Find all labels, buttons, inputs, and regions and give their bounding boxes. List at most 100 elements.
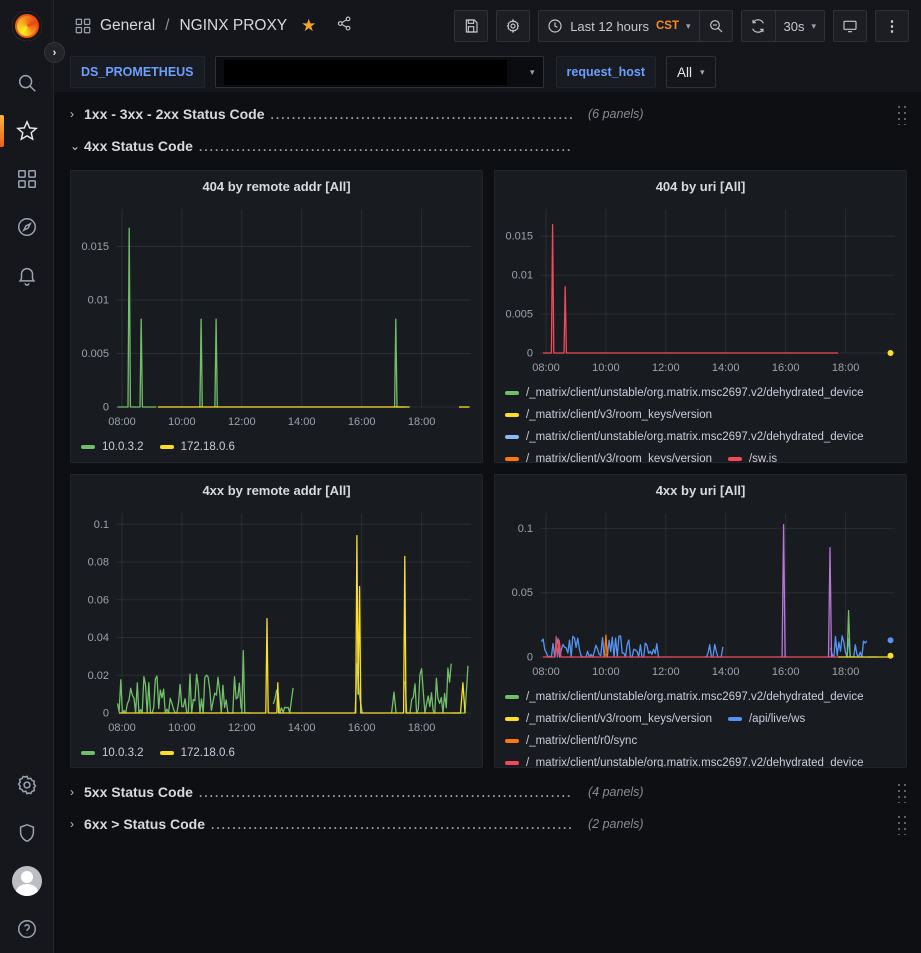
svg-text:14:00: 14:00 (712, 362, 740, 374)
row-header-1xx-3xx-2xx[interactable]: › 1xx - 3xx - 2xx Status Code ..........… (70, 100, 907, 128)
panel-4xx-by-uri: 4xx by uri [All] 00.050.108:0010:0012:00… (494, 474, 907, 768)
svg-text:16:00: 16:00 (348, 722, 376, 734)
legend-item[interactable]: /_matrix/client/v3/room_keys/version (505, 708, 712, 729)
chart-404-by-uri: 00.0050.010.01508:0010:0012:0014:0016:00… (496, 201, 905, 379)
legend-label: 172.18.0.6 (181, 747, 235, 759)
svg-text:14:00: 14:00 (712, 666, 740, 678)
variable-dropdown-request-host[interactable]: All ▾ (666, 56, 716, 88)
svg-text:16:00: 16:00 (772, 666, 800, 678)
legend-label: /_matrix/client/unstable/org.matrix.msc2… (526, 691, 864, 703)
tv-icon (842, 18, 858, 34)
svg-text:0.08: 0.08 (88, 557, 109, 569)
legend-item[interactable]: /_matrix/client/r0/sync (505, 730, 637, 751)
svg-text:12:00: 12:00 (228, 416, 256, 428)
svg-text:0.1: 0.1 (94, 519, 109, 531)
chevron-down-icon: ▾ (686, 21, 691, 32)
svg-text:12:00: 12:00 (228, 722, 256, 734)
row-panel-count: (2 panels) (588, 817, 644, 831)
legend-swatch (728, 717, 742, 721)
settings-gear-icon (505, 18, 521, 34)
svg-text:18:00: 18:00 (408, 722, 436, 734)
dashboard-settings-button[interactable] (496, 10, 530, 42)
sidebar-item-dashboards[interactable] (0, 155, 54, 203)
chevron-down-icon: ▾ (700, 67, 705, 78)
row-drag-handle-icon[interactable] (895, 781, 907, 803)
legend-item[interactable]: /_matrix/client/unstable/org.matrix.msc2… (505, 752, 864, 767)
legend-item[interactable]: /_matrix/client/unstable/org.matrix.msc2… (505, 686, 864, 707)
panel-title[interactable]: 404 by remote addr [All] (71, 171, 482, 201)
legend-item[interactable]: 10.0.3.2 (81, 742, 144, 763)
row-header-6xx[interactable]: › 6xx > Status Code ....................… (70, 810, 907, 838)
kebab-menu-icon: ⋮ (885, 17, 900, 35)
chevron-down-icon: ⌄ (70, 139, 84, 153)
legend-swatch (160, 751, 174, 755)
row-title: 1xx - 3xx - 2xx Status Code (84, 106, 265, 122)
svg-text:0.06: 0.06 (88, 594, 109, 606)
sidebar-item-server-admin[interactable] (0, 809, 54, 857)
time-range-label: Last 12 hours (570, 19, 649, 34)
sidebar-item-configuration[interactable] (0, 761, 54, 809)
time-range-picker[interactable]: Last 12 hours CST ▾ (538, 10, 698, 42)
refresh-interval-picker[interactable]: 30s ▾ (775, 10, 826, 42)
refresh-controls: 30s ▾ (741, 10, 826, 42)
svg-text:0: 0 (527, 652, 533, 664)
legend-item[interactable]: 10.0.3.2 (81, 436, 144, 457)
sidebar-collapse-button[interactable]: › (44, 42, 65, 63)
svg-text:18:00: 18:00 (832, 362, 860, 374)
svg-text:0.005: 0.005 (81, 348, 109, 360)
panel-404-by-uri: 404 by uri [All] 00.0050.010.01508:0010:… (494, 170, 907, 463)
sidebar-item-profile[interactable] (0, 857, 54, 905)
svg-text:0.015: 0.015 (81, 241, 109, 253)
row-header-5xx[interactable]: › 5xx Status Code ......................… (70, 778, 907, 806)
row-drag-handle-icon[interactable] (895, 103, 907, 125)
share-icon[interactable] (336, 15, 353, 37)
legend-swatch (505, 717, 519, 721)
legend-swatch (505, 695, 519, 699)
sidebar-item-explore[interactable] (0, 203, 54, 251)
legend-item[interactable]: /_matrix/client/unstable/org.matrix.msc2… (505, 382, 864, 403)
legend-label: /_matrix/client/v3/room_keys/version (526, 453, 712, 463)
sidebar-item-starred[interactable] (0, 107, 54, 155)
svg-text:0.015: 0.015 (505, 231, 533, 243)
top-navigation: General / NGINX PROXY ★ Last 12 hours CS… (54, 0, 921, 52)
panel-title[interactable]: 404 by uri [All] (495, 171, 906, 201)
legend-item[interactable]: /_matrix/client/v3/room_keys/version (505, 404, 712, 425)
breadcrumb-section[interactable]: General (100, 17, 155, 35)
chart-4xx-by-remote-addr: 00.020.040.060.080.108:0010:0012:0014:00… (72, 505, 481, 739)
svg-text:0.1: 0.1 (518, 523, 533, 535)
legend-label: 10.0.3.2 (102, 441, 144, 453)
legend-swatch (505, 391, 519, 395)
row-drag-handle-icon[interactable] (895, 813, 907, 835)
panel-grid: 404 by remote addr [All] 00.0050.010.015… (70, 170, 907, 768)
star-filled-icon[interactable]: ★ (301, 16, 316, 36)
legend-item[interactable]: /api/live/ws (728, 708, 805, 729)
sidebar-item-help[interactable] (0, 905, 54, 953)
svg-text:0: 0 (103, 708, 109, 720)
row-header-4xx[interactable]: ⌄ 4xx Status Code ......................… (70, 132, 907, 160)
sidebar-item-search[interactable] (0, 59, 54, 107)
cycle-view-mode-button[interactable] (833, 10, 867, 42)
legend-item[interactable]: /_matrix/client/unstable/org.matrix.msc2… (505, 426, 864, 447)
panel-title[interactable]: 4xx by uri [All] (495, 475, 906, 505)
legend-swatch (728, 457, 742, 461)
legend-label: 172.18.0.6 (181, 441, 235, 453)
kebab-menu-button[interactable]: ⋮ (875, 10, 909, 42)
refresh-button[interactable] (741, 10, 775, 42)
grafana-logo[interactable] (12, 11, 42, 41)
row-panel-count: (4 panels) (588, 785, 644, 799)
legend-item[interactable]: /_matrix/client/v3/room_keys/version (505, 448, 712, 462)
legend-item[interactable]: 172.18.0.6 (160, 742, 235, 763)
configuration-gear-icon (16, 774, 38, 796)
legend-swatch (505, 457, 519, 461)
sidebar-item-alerting[interactable] (0, 251, 54, 299)
zoom-out-time-button[interactable] (699, 10, 733, 42)
legend-swatch (505, 761, 519, 765)
panel-title[interactable]: 4xx by remote addr [All] (71, 475, 482, 505)
legend-item[interactable]: /sw.js (728, 448, 777, 462)
legend-item[interactable]: 172.18.0.6 (160, 436, 235, 457)
legend-label: 10.0.3.2 (102, 747, 144, 759)
dashboard-title: NGINX PROXY (179, 17, 287, 35)
variable-dropdown-ds-prometheus[interactable]: ▾ (215, 56, 544, 88)
chart-404-by-remote-addr: 00.0050.010.01508:0010:0012:0014:0016:00… (72, 201, 481, 433)
save-dashboard-button[interactable] (454, 10, 488, 42)
